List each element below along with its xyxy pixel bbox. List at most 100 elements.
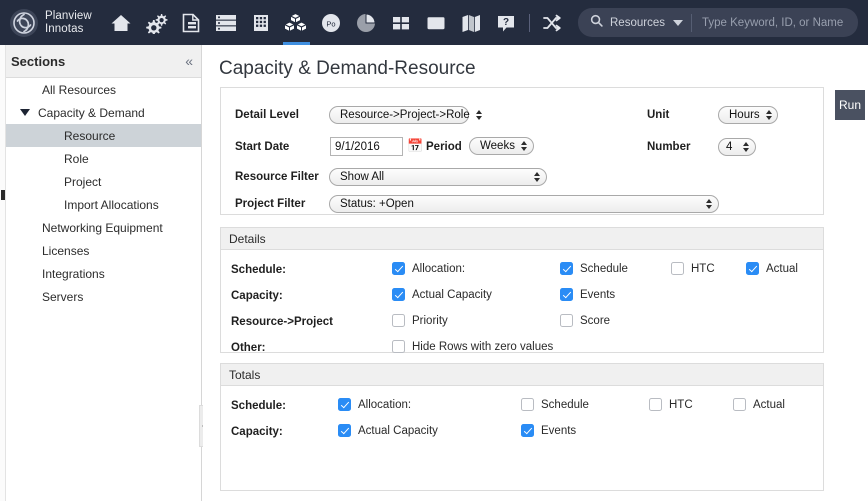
nav-icon-group: Po ? [104, 0, 570, 45]
checkbox-allocation[interactable]: Allocation: [338, 398, 411, 411]
sections-header: Sections « [6, 45, 201, 78]
checkbox-checked-icon[interactable] [746, 262, 759, 275]
project-filter-label: Project Filter [235, 198, 306, 210]
sidebar-item-capacity-demand[interactable]: Capacity & Demand [6, 101, 201, 124]
nav-item-po[interactable]: Po [314, 0, 349, 45]
checkbox-unchecked-icon[interactable] [649, 398, 662, 411]
brand-line-1: Planview [45, 10, 92, 22]
nav-item-help[interactable]: ? [489, 0, 524, 45]
checkbox-score[interactable]: Score [560, 314, 610, 327]
checkbox-schedule[interactable]: Schedule [560, 262, 628, 275]
checkbox-schedule[interactable]: Schedule [521, 398, 589, 411]
number-stepper[interactable]: 4 [718, 138, 756, 156]
checkbox-checked-icon[interactable] [338, 398, 351, 411]
po-circle-icon: Po [320, 12, 342, 34]
checkbox-htc[interactable]: HTC [649, 398, 693, 411]
checkbox-events[interactable]: Events [560, 288, 615, 301]
nav-item-admin[interactable] [139, 0, 174, 45]
brand[interactable]: Planview Innotas [10, 8, 92, 37]
stepper-icon [521, 141, 527, 151]
sidebar-item-import-allocations[interactable]: Import Allocations [6, 193, 201, 216]
checkbox-priority[interactable]: Priority [392, 314, 448, 327]
run-button[interactable]: Run [835, 90, 865, 120]
checkbox-label: Events [580, 288, 616, 301]
detail-level-select[interactable]: Resource->Project->Role [329, 106, 482, 124]
planview-swirl-logo-icon [10, 8, 38, 37]
checkbox-htc[interactable]: HTC [671, 262, 715, 275]
stepper-icon [743, 142, 749, 152]
nav-item-switch[interactable] [535, 0, 570, 45]
home-icon [110, 12, 132, 34]
sidebar-item-licenses[interactable]: Licenses [6, 239, 201, 262]
nav-divider [528, 13, 530, 32]
checkbox-checked-icon[interactable] [392, 288, 405, 301]
nav-item-projects[interactable] [209, 0, 244, 45]
nav-item-portfolio[interactable] [244, 0, 279, 45]
checkbox-label: Schedule [580, 262, 628, 275]
number-label: Number [647, 141, 691, 153]
row-label: Schedule: [231, 264, 286, 276]
number-value: 4 [726, 141, 733, 153]
checkbox-checked-icon[interactable] [338, 424, 351, 437]
checkbox-checked-icon[interactable] [560, 288, 573, 301]
checkbox-unchecked-icon[interactable] [671, 262, 684, 275]
double-chevron-left-icon[interactable]: « [185, 54, 193, 68]
checkbox-actual[interactable]: Actual [746, 262, 798, 275]
nav-item-resources[interactable] [279, 0, 314, 45]
nav-item-inbox[interactable] [419, 0, 454, 45]
checkbox-unchecked-icon[interactable] [733, 398, 746, 411]
nav-item-reports[interactable] [349, 0, 384, 45]
document-icon [181, 12, 201, 34]
outer-scrollbar-thumb[interactable] [1, 190, 5, 200]
period-value: Weeks [480, 140, 515, 152]
start-date-input[interactable]: 9/1/2016 [330, 137, 403, 156]
project-filter-select[interactable]: Status: +Open [329, 195, 719, 213]
sidebar-item-integrations[interactable]: Integrations [6, 262, 201, 285]
report-criteria-panel: Detail Level Resource->Project->Role Sta… [220, 87, 824, 215]
stepper-icon [765, 110, 772, 120]
checkbox-unchecked-icon[interactable] [521, 398, 534, 411]
sidebar-item-all-resources[interactable]: All Resources [6, 78, 201, 101]
checkbox-actual-capacity[interactable]: Actual Capacity [338, 424, 438, 437]
checkbox-checked-icon[interactable] [521, 424, 534, 437]
checkbox-unchecked-icon[interactable] [392, 340, 405, 353]
checkbox-unchecked-icon[interactable] [560, 314, 573, 327]
search-category-dropdown[interactable]: Resources [578, 8, 691, 37]
sidebar-item-label: Networking Equipment [42, 220, 163, 235]
calendar-icon[interactable]: 📅 [407, 138, 423, 154]
caret-down-icon[interactable] [20, 109, 30, 116]
checkbox-events[interactable]: Events [521, 424, 576, 437]
sidebar-item-resource[interactable]: Resource [6, 124, 201, 147]
period-label: Period [426, 141, 462, 153]
checkbox-checked-icon[interactable] [560, 262, 573, 275]
totals-panel: Totals Schedule: Allocation: Schedule HTC Ac… [220, 363, 824, 491]
resource-filter-select[interactable]: Show All [329, 168, 547, 186]
checkbox-label: Schedule [541, 398, 589, 411]
nav-item-documents[interactable] [174, 0, 209, 45]
nav-item-roadmap[interactable] [454, 0, 489, 45]
unit-select[interactable]: Hours [718, 106, 778, 124]
period-select[interactable]: Weeks [469, 137, 534, 155]
nav-item-home[interactable] [104, 0, 139, 45]
sidebar-item-label: Role [64, 151, 89, 166]
stepper-icon [534, 172, 540, 182]
checkbox-label: Priority [412, 314, 448, 327]
sidebar-item-networking-equipment[interactable]: Networking Equipment [6, 216, 201, 239]
detail-level-label: Detail Level [235, 109, 299, 121]
four-squares-icon [390, 12, 412, 34]
main-content: Capacity & Demand-Resource Detail Level … [203, 45, 868, 501]
unit-label: Unit [647, 109, 670, 121]
checkbox-allocation[interactable]: Allocation: [392, 262, 465, 275]
checkbox-unchecked-icon[interactable] [392, 314, 405, 327]
search-input[interactable] [692, 9, 858, 36]
sidebar-item-project[interactable]: Project [6, 170, 201, 193]
svg-text:?: ? [503, 17, 509, 28]
sidebar-item-servers[interactable]: Servers [6, 285, 201, 308]
checkbox-label: Hide Rows with zero values [412, 340, 554, 353]
checkbox-actual-capacity[interactable]: Actual Capacity [392, 288, 492, 301]
nav-item-dashboards[interactable] [384, 0, 419, 45]
checkbox-checked-icon[interactable] [392, 262, 405, 275]
checkbox-actual[interactable]: Actual [733, 398, 785, 411]
checkbox-hide-rows-with-zero-values[interactable]: Hide Rows with zero values [392, 340, 553, 353]
sidebar-item-role[interactable]: Role [6, 147, 201, 170]
